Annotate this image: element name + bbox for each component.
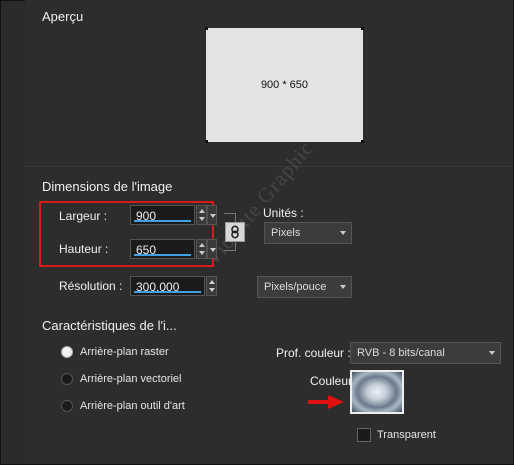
units-label: Unités : — [263, 206, 304, 220]
preview-corner-tr — [361, 27, 364, 30]
height-label: Hauteur : — [59, 242, 109, 256]
resolution-label: Résolution : — [59, 279, 123, 293]
vector-background-radio[interactable] — [61, 373, 73, 385]
aspect-ratio-lock-button[interactable] — [225, 222, 245, 242]
dimensions-title: Dimensions de l'image — [42, 179, 173, 194]
preview-corner-tl — [205, 27, 208, 30]
width-dropdown-arrow[interactable] — [207, 205, 217, 225]
transparent-label[interactable]: Transparent — [377, 429, 436, 441]
resolution-units-select[interactable]: Pixels/pouce — [257, 276, 352, 298]
height-dropdown-arrow[interactable] — [207, 239, 217, 259]
width-field[interactable]: 900 — [130, 205, 195, 225]
width-label: Largeur : — [59, 209, 108, 223]
chevron-down-icon — [340, 231, 346, 235]
resolution-spinner[interactable] — [206, 276, 217, 296]
preview-image: 900 * 650 — [206, 28, 363, 142]
height-spinner[interactable] — [196, 239, 207, 259]
color-depth-value: RVB - 8 bits/canal — [357, 347, 445, 359]
resolution-underline — [134, 291, 201, 293]
height-field[interactable]: 650 — [130, 239, 195, 259]
height-underline — [134, 254, 191, 256]
spin-down-icon[interactable] — [199, 251, 205, 255]
spin-down-icon[interactable] — [199, 217, 205, 221]
raster-background-label[interactable]: Arrière-plan raster — [80, 346, 169, 358]
transparent-checkbox[interactable] — [357, 428, 371, 442]
resolution-units-value: Pixels/pouce — [264, 281, 327, 293]
chevron-down-icon — [210, 248, 216, 252]
art-media-background-radio[interactable] — [61, 400, 73, 412]
spin-up-icon[interactable] — [199, 209, 205, 213]
art-media-background-label[interactable]: Arrière-plan outil d'art — [80, 400, 185, 412]
spin-up-icon[interactable] — [199, 243, 205, 247]
chain-link-icon — [231, 225, 239, 239]
spin-up-icon[interactable] — [209, 280, 215, 284]
preview-size-text: 900 * 650 — [260, 79, 309, 91]
chevron-down-icon — [340, 285, 346, 289]
chevron-down-icon — [210, 214, 216, 218]
raster-background-radio[interactable] — [61, 346, 73, 358]
units-select[interactable]: Pixels — [264, 222, 352, 244]
color-depth-label: Prof. couleur : — [276, 346, 351, 360]
spin-down-icon[interactable] — [209, 288, 215, 292]
preview-corner-br — [361, 140, 364, 143]
vector-background-label[interactable]: Arrière-plan vectoriel — [80, 373, 181, 385]
preview-title: Aperçu — [42, 9, 84, 24]
resolution-field[interactable]: 300,000 — [130, 276, 205, 296]
width-spinner[interactable] — [196, 205, 207, 225]
color-depth-select[interactable]: RVB - 8 bits/canal — [350, 342, 501, 364]
units-select-value: Pixels — [271, 227, 301, 239]
characteristics-title: Caractéristiques de l'i... — [42, 318, 177, 333]
chevron-down-icon — [489, 351, 495, 355]
background-color-swatch[interactable] — [350, 370, 404, 414]
width-underline — [134, 220, 191, 222]
preview-corner-bl — [205, 140, 208, 143]
red-arrow-icon — [308, 395, 344, 409]
